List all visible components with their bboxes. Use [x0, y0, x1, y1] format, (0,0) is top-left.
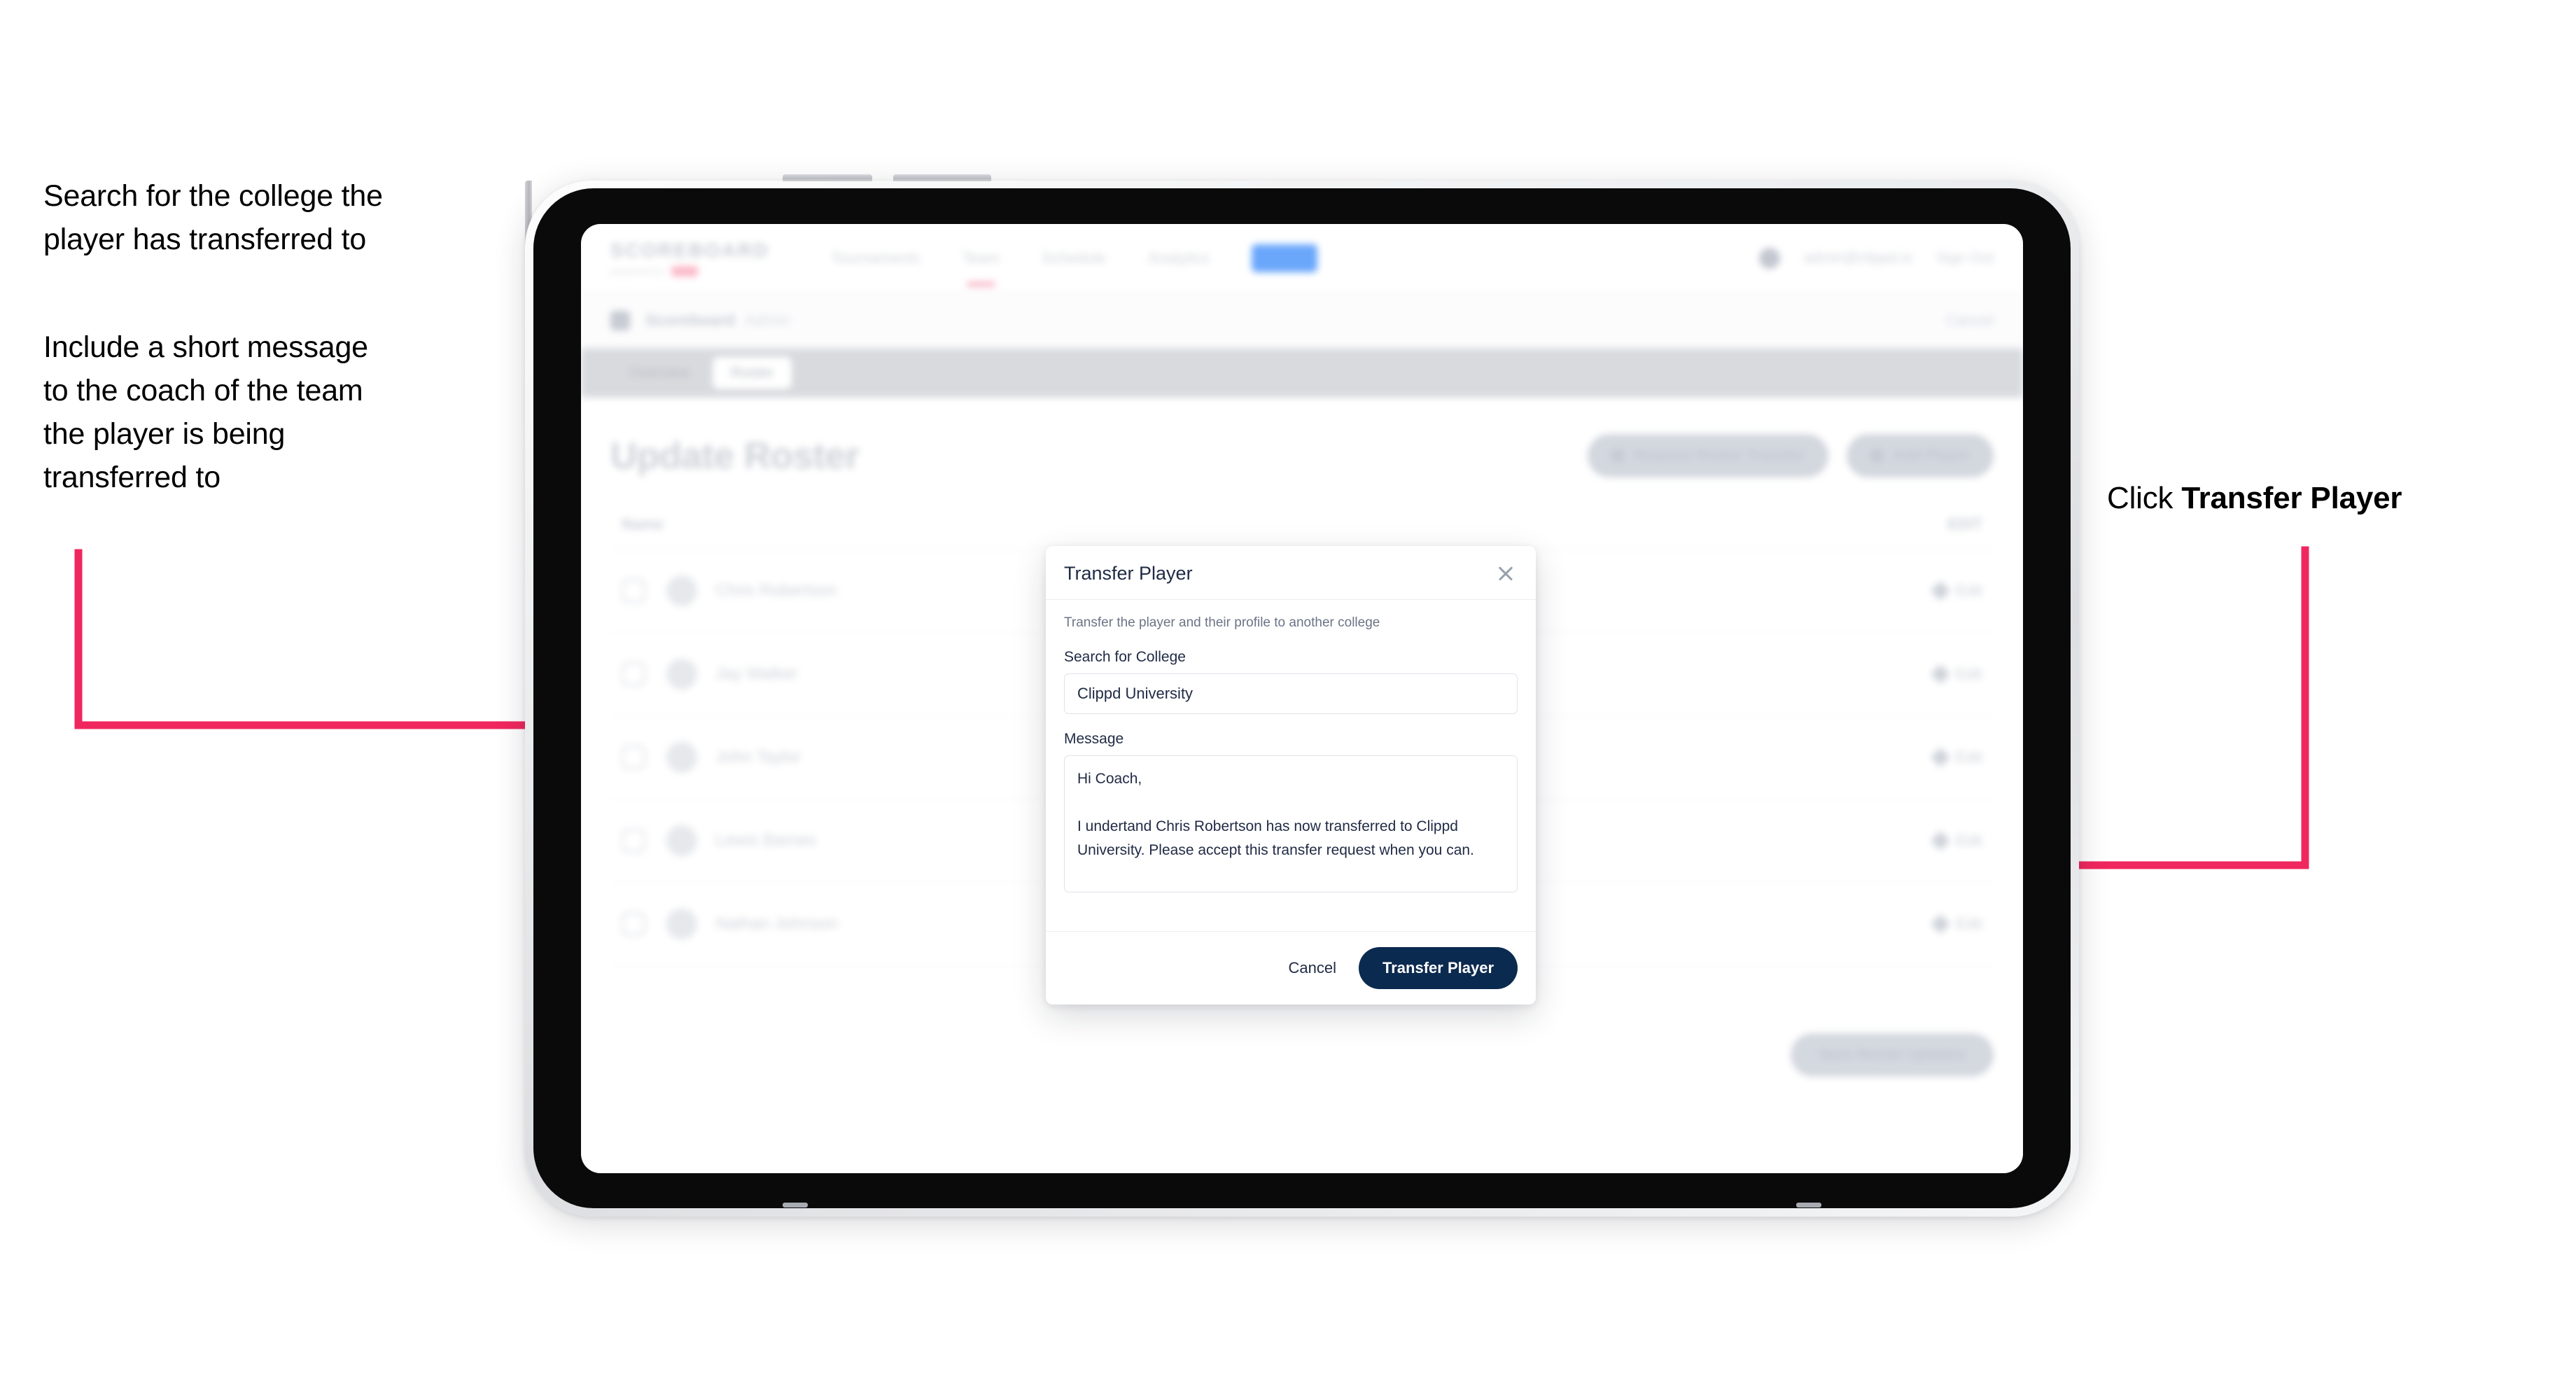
annotation-search-college: Search for the college the player has tr… — [43, 179, 383, 256]
save-roster-updates-button[interactable]: Save Roster Updates — [1790, 1033, 1994, 1077]
transfer-player-button[interactable]: Transfer Player — [1359, 947, 1518, 989]
annotation-click-transfer-player: Click Transfer Player — [2107, 476, 2555, 520]
player-name: Nathan Johnson — [715, 914, 838, 933]
brand-name: SCOREBOARD — [610, 239, 770, 261]
brand-subtitle-row: powered by — [610, 266, 769, 276]
avatar — [666, 575, 697, 606]
row-checkbox[interactable] — [622, 912, 645, 936]
page-header-actions: Request Roster Transfer Add Player — [1588, 434, 1994, 477]
dialog-header: Transfer Player — [1046, 546, 1536, 600]
account-email: admin@clippd.io — [1803, 249, 1913, 266]
nav-item-schedule[interactable]: Schedule — [1042, 249, 1106, 267]
avatar — [666, 742, 697, 773]
nav-item-admin[interactable]: Admin — [1252, 244, 1318, 272]
column-header-name: Name — [622, 515, 664, 533]
edit-label: Edit — [1956, 915, 1982, 932]
pencil-icon — [1930, 747, 1951, 768]
add-player-button[interactable]: Add Player — [1847, 434, 1994, 477]
college-field-label: Search for College — [1064, 649, 1186, 665]
avatar — [666, 909, 697, 939]
college-field-group: Search for College — [1064, 649, 1518, 714]
edit-action[interactable]: Edit — [1930, 747, 1982, 768]
transfer-player-dialog: Transfer Player Transfer the player and … — [1046, 546, 1536, 1004]
roster-table-header: Name EDIT — [610, 515, 1994, 550]
message-textarea[interactable] — [1064, 755, 1518, 892]
tab-overview[interactable]: Overview — [610, 357, 708, 389]
edit-label: Edit — [1956, 665, 1982, 682]
add-player-label: Add Player — [1893, 447, 1970, 463]
speaker-grille-left — [783, 1203, 808, 1208]
tablet-device-frame: SCOREBOARD powered by Tournaments Team S… — [525, 174, 2079, 1217]
player-name: John Taylor — [715, 748, 802, 766]
plus-icon — [1870, 449, 1884, 462]
cancel-button[interactable]: Cancel — [1284, 952, 1340, 984]
column-header-action: EDIT — [1947, 515, 1982, 533]
message-field-group: Message — [1064, 731, 1518, 896]
edit-label: Edit — [1956, 582, 1982, 599]
edit-label: Edit — [1956, 832, 1982, 849]
close-icon[interactable] — [1494, 561, 1518, 585]
edit-action[interactable]: Edit — [1930, 664, 1982, 685]
annotation-emphasis: Transfer Player — [2181, 481, 2402, 515]
page-title: Update Roster — [610, 435, 860, 477]
request-roster-transfer-button[interactable]: Request Roster Transfer — [1588, 434, 1829, 477]
pencil-icon — [1930, 913, 1951, 934]
page-header: Update Roster Request Roster Transfer Ad… — [610, 434, 1994, 477]
speaker-grille-right — [1796, 1203, 1821, 1208]
player-name: Lewis Barnes — [715, 831, 817, 850]
annotation-prefix: Click — [2107, 481, 2182, 515]
breadcrumb-sub: Admin — [744, 311, 791, 329]
brand-badge — [671, 266, 699, 276]
dialog-footer: Cancel Transfer Player — [1046, 931, 1536, 1004]
roster-footer: Save Roster Updates — [610, 1033, 1994, 1077]
dialog-body: Transfer the player and their profile to… — [1046, 600, 1536, 931]
avatar — [666, 825, 697, 856]
edit-action[interactable]: Edit — [1930, 830, 1982, 851]
avatar[interactable] — [1758, 247, 1780, 269]
dialog-description: Transfer the player and their profile to… — [1064, 615, 1380, 630]
annotation-include-message: Include a short message to the coach of … — [43, 330, 368, 494]
sign-out-link[interactable]: Sign Out — [1936, 250, 1994, 267]
player-name: Chris Robertson — [715, 581, 837, 600]
brand-powered-by: powered by — [610, 266, 665, 276]
nav-item-team[interactable]: Team — [962, 249, 1000, 286]
nav-right-cluster: admin@clippd.io Sign Out — [1758, 247, 1994, 269]
save-roster-updates-label: Save Roster Updates — [1818, 1046, 1966, 1063]
breadcrumb: Scoreboard Admin Cancel — [581, 293, 2023, 349]
dialog-title: Transfer Player — [1064, 562, 1193, 584]
edit-action[interactable]: Edit — [1930, 913, 1982, 934]
row-checkbox[interactable] — [622, 746, 645, 769]
tablet-screen: SCOREBOARD powered by Tournaments Team S… — [581, 224, 2023, 1173]
nav-item-tournaments[interactable]: Tournaments — [831, 249, 920, 267]
message-field-label: Message — [1064, 731, 1124, 747]
row-checkbox[interactable] — [622, 829, 645, 853]
volume-down-button[interactable] — [893, 174, 991, 181]
download-icon — [1611, 449, 1625, 462]
breadcrumb-main[interactable]: Scoreboard — [645, 311, 735, 330]
row-checkbox[interactable] — [622, 662, 645, 686]
edit-action[interactable]: Edit — [1930, 580, 1982, 601]
segmented-tab-bar: Overview Roster — [581, 349, 2023, 398]
grid-icon — [610, 310, 630, 330]
row-checkbox[interactable] — [622, 579, 645, 603]
player-name: Jay Walker — [715, 664, 798, 683]
search-college-input[interactable] — [1064, 673, 1518, 714]
nav-item-analytics[interactable]: Analytics — [1148, 249, 1210, 267]
tab-roster[interactable]: Roster — [712, 357, 792, 389]
pencil-icon — [1930, 830, 1951, 851]
nav-links: Tournaments Team Schedule Analytics Admi… — [831, 244, 1318, 286]
app-logo[interactable]: SCOREBOARD powered by — [610, 239, 769, 276]
app-top-navigation: SCOREBOARD powered by Tournaments Team S… — [581, 224, 2023, 293]
avatar — [666, 659, 697, 690]
request-roster-transfer-label: Request Roster Transfer — [1634, 447, 1805, 463]
edit-label: Edit — [1956, 748, 1982, 766]
volume-up-button[interactable] — [783, 174, 872, 181]
pencil-icon — [1930, 580, 1951, 601]
pencil-icon — [1930, 664, 1951, 685]
breadcrumb-cancel-action[interactable]: Cancel — [1946, 312, 1994, 330]
